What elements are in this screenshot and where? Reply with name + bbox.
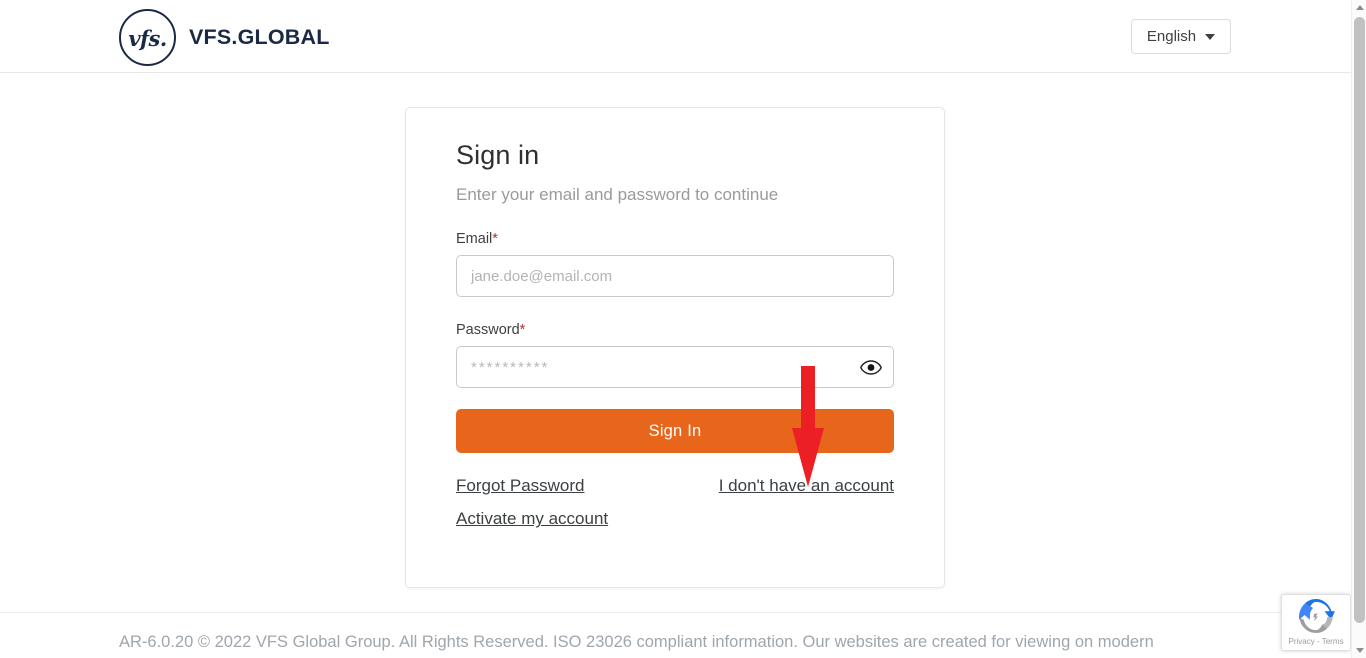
vertical-scrollbar[interactable] <box>1351 0 1366 658</box>
signin-card-content: Sign in Enter your email and password to… <box>456 139 894 529</box>
triangle-up-icon <box>1355 5 1364 10</box>
forgot-password-link[interactable]: Forgot Password <box>456 476 585 496</box>
eye-icon <box>860 360 882 375</box>
triangle-down-icon <box>1355 648 1364 653</box>
email-input-wrapper <box>456 255 894 298</box>
page-subtitle: Enter your email and password to continu… <box>456 185 779 205</box>
no-account-link[interactable]: I don't have an account <box>719 476 894 496</box>
page-viewport: vfs. VFS.GLOBAL English Sign in Enter yo… <box>0 0 1351 658</box>
email-input[interactable] <box>456 255 894 298</box>
signin-card: Sign in Enter your email and password to… <box>405 107 945 588</box>
scrollbar-thumb[interactable] <box>1354 17 1365 623</box>
password-field-label: Password* <box>456 322 894 338</box>
scroll-up-button[interactable] <box>1352 0 1366 15</box>
password-input[interactable] <box>456 346 894 389</box>
site-footer: AR-6.0.20 © 2022 VFS Global Group. All R… <box>0 612 1351 658</box>
page-title: Sign in <box>456 140 540 170</box>
password-required-marker: * <box>519 322 526 339</box>
email-field-group: Email* <box>456 231 894 298</box>
recaptcha-privacy-terms-label[interactable]: Privacy - Terms <box>1282 637 1350 646</box>
toggle-password-visibility-button[interactable] <box>858 356 884 378</box>
scroll-down-button[interactable] <box>1352 643 1366 658</box>
auth-links-row-secondary: Activate my account <box>456 509 894 529</box>
email-required-marker: * <box>492 231 498 248</box>
password-label-text: Password <box>456 322 520 339</box>
vfs-circle-logo-icon: vfs. <box>119 9 176 66</box>
footer-copyright-text: AR-6.0.20 © 2022 VFS Global Group. All R… <box>119 633 1154 651</box>
brand-name-label: VFS.GLOBAL <box>189 25 330 49</box>
auth-links-row-primary: Forgot Password I don't have an account <box>456 476 894 496</box>
page-root: vfs. VFS.GLOBAL English Sign in Enter yo… <box>0 0 1366 658</box>
activate-account-link[interactable]: Activate my account <box>456 509 608 528</box>
vfs-monogram-text: vfs. <box>128 26 167 51</box>
language-selector-label: English <box>1146 28 1197 45</box>
recaptcha-icon <box>1299 599 1335 633</box>
brand-logo[interactable]: vfs. VFS.GLOBAL <box>119 9 330 66</box>
email-field-label: Email* <box>456 231 894 247</box>
email-label-text: Email <box>456 231 493 248</box>
language-selector-button[interactable]: English <box>1131 19 1231 54</box>
password-field-group: Password* <box>456 322 894 389</box>
site-header: vfs. VFS.GLOBAL English <box>0 0 1351 73</box>
password-input-wrapper <box>456 346 894 389</box>
chevron-down-icon <box>1205 33 1216 40</box>
sign-in-button[interactable]: Sign In <box>456 409 894 454</box>
recaptcha-badge[interactable]: Privacy - Terms <box>1281 594 1351 651</box>
